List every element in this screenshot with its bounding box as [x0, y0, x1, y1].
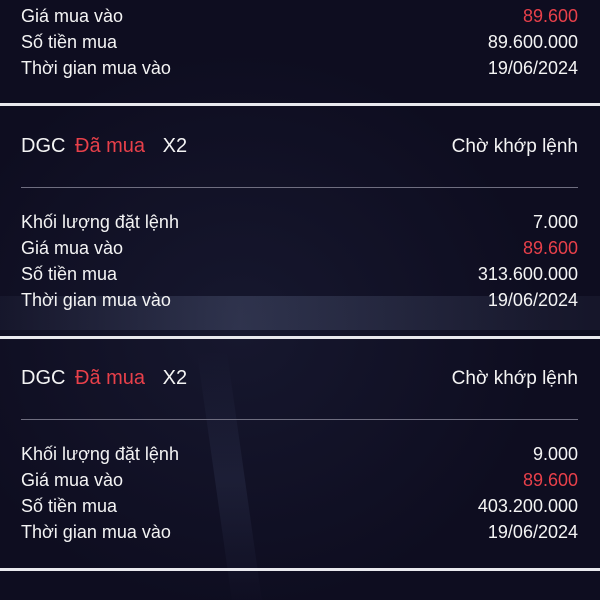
buy-time-row: Thời gian mua vào 19/06/2024: [21, 287, 578, 313]
leverage-multiplier: X2: [162, 135, 188, 157]
buy-amount-row: Số tiền mua 313.600.000: [21, 261, 578, 287]
order-status-label: Đã mua: [75, 367, 146, 389]
buy-price-label: Giá mua vào: [21, 470, 124, 490]
buy-time-label: Thời gian mua vào: [21, 290, 171, 310]
header-separator: [21, 187, 578, 188]
buy-price-label: Giá mua vào: [21, 238, 124, 258]
order-volume-value: 7.000: [532, 212, 578, 232]
order-volume-row: Khối lượng đặt lệnh 9.000: [21, 441, 578, 467]
order-header: DGC Đã mua X2 Chờ khớp lệnh: [21, 363, 578, 393]
order-state: Chờ khớp lệnh: [451, 136, 578, 157]
buy-amount-label: Số tiền mua: [21, 496, 118, 516]
buy-price-row: Giá mua vào 89.600: [21, 467, 578, 493]
buy-time-value: 19/06/2024: [487, 290, 578, 310]
buy-price-value: 89.600: [522, 238, 578, 258]
buy-amount-value: 313.600.000: [477, 264, 578, 284]
leverage-multiplier: X2: [162, 367, 188, 389]
order-list-screen: Giá mua vào 89.600 Số tiền mua 89.600.00…: [0, 0, 600, 600]
order-status-label: Đã mua: [75, 135, 146, 157]
buy-time-label: Thời gian mua vào: [21, 522, 171, 542]
header-separator: [21, 419, 578, 420]
order-volume-label: Khối lượng đặt lệnh: [21, 444, 179, 464]
card-divider: [0, 336, 600, 339]
buy-amount-value: 89.600.000: [487, 32, 578, 52]
buy-time-value: 19/06/2024: [487, 58, 578, 78]
buy-price-label: Giá mua vào: [21, 6, 124, 26]
order-state: Chờ khớp lệnh: [451, 368, 578, 389]
buy-amount-row: Số tiền mua 403.200.000: [21, 493, 578, 519]
order-volume-label: Khối lượng đặt lệnh: [21, 212, 179, 232]
buy-time-label: Thời gian mua vào: [21, 58, 171, 78]
buy-amount-label: Số tiền mua: [21, 264, 118, 284]
order-header: DGC Đã mua X2 Chờ khớp lệnh: [21, 131, 578, 161]
order-volume-value: 9.000: [532, 444, 578, 464]
buy-time-row: Thời gian mua vào 19/06/2024: [21, 519, 578, 545]
buy-price-row: Giá mua vào 89.600: [21, 3, 578, 29]
buy-amount-value: 403.200.000: [477, 496, 578, 516]
ticker-symbol: DGC: [21, 135, 66, 157]
buy-amount-label: Số tiền mua: [21, 32, 118, 52]
card-divider: [0, 568, 600, 571]
buy-price-row: Giá mua vào 89.600: [21, 235, 578, 261]
buy-price-value: 89.600: [522, 470, 578, 490]
buy-amount-row: Số tiền mua 89.600.000: [21, 29, 578, 55]
card-divider: [0, 103, 600, 106]
ticker-symbol: DGC: [21, 367, 66, 389]
buy-time-value: 19/06/2024: [487, 522, 578, 542]
order-volume-row: Khối lượng đặt lệnh 7.000: [21, 209, 578, 235]
buy-time-row: Thời gian mua vào 19/06/2024: [21, 55, 578, 81]
buy-price-value: 89.600: [522, 6, 578, 26]
